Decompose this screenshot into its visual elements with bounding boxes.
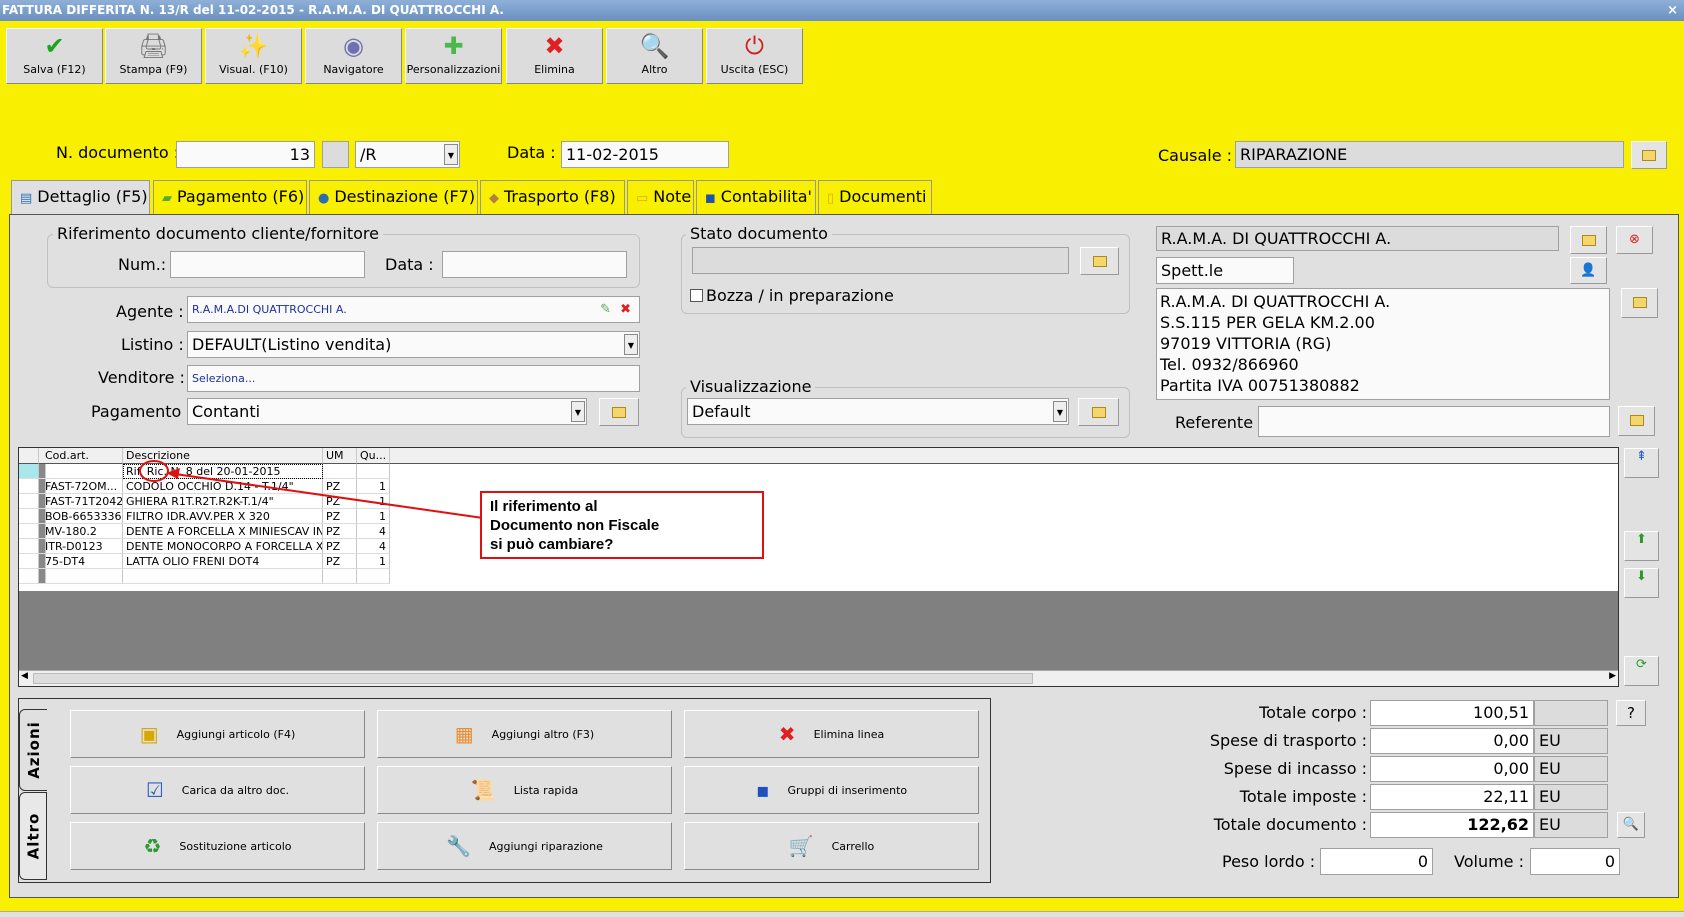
action-icon: ▣ xyxy=(139,722,159,746)
action-sostituzione-articolo-button[interactable]: ♻ Sostituzione articolo xyxy=(70,822,365,870)
volume-label: Volume : xyxy=(1454,852,1524,871)
total-unit: EU xyxy=(1534,756,1608,782)
peso-label: Peso lordo : xyxy=(1222,852,1316,871)
callout-line: si può cambiare? xyxy=(490,536,614,553)
total-value[interactable]: 22,11 xyxy=(1370,784,1534,810)
action-carica-da-altro-doc-button[interactable]: ☑ Carica da altro doc. xyxy=(70,766,365,814)
status-bar xyxy=(0,911,1684,917)
action-label: Aggiungi altro (F3) xyxy=(491,727,595,741)
callout-line: Documento non Fiscale xyxy=(490,517,660,534)
action-aggiungi-altro-f-button[interactable]: ▦ Aggiungi altro (F3) xyxy=(377,710,672,758)
action-label: Sostituzione articolo xyxy=(179,839,292,853)
action-gruppi-di-inserimento-button[interactable]: ▪ Gruppi di inserimento xyxy=(684,766,979,814)
zoom-in-icon: 🔍 xyxy=(1622,817,1640,832)
tab-azioni-label: Azioni xyxy=(24,721,43,779)
action-aggiungi-articolo-f-button[interactable]: ▣ Aggiungi articolo (F4) xyxy=(70,710,365,758)
action-label: Lista rapida xyxy=(513,783,579,797)
total-value[interactable]: 0,00 xyxy=(1370,728,1534,754)
total-value[interactable]: 0,00 xyxy=(1370,756,1534,782)
action-icon: ✖ xyxy=(778,722,796,746)
action-label: Elimina linea xyxy=(813,727,885,741)
help-button[interactable]: ? xyxy=(1616,700,1646,726)
total-unit: EU xyxy=(1534,812,1608,838)
action-icon: ▪ xyxy=(755,778,770,802)
total-label: Totale corpo : xyxy=(1259,703,1367,722)
callout-box: Il riferimento al Documento non Fiscale … xyxy=(480,491,764,559)
total-label: Spese di trasporto : xyxy=(1209,731,1367,750)
action-icon: 🔧 xyxy=(446,834,471,858)
action-elimina-linea-button[interactable]: ✖ Elimina linea xyxy=(684,710,979,758)
action-icon: ☑ xyxy=(145,778,164,802)
zoom-totals-button[interactable]: 🔍 xyxy=(1617,812,1645,838)
peso-input[interactable]: 0 xyxy=(1320,848,1433,875)
action-aggiungi-riparazione-button[interactable]: 🔧 Aggiungi riparazione xyxy=(377,822,672,870)
tab-altro-label: Altro xyxy=(24,812,42,860)
tab-azioni[interactable]: Azioni xyxy=(19,709,47,791)
total-value[interactable]: 100,51 xyxy=(1370,700,1534,726)
action-icon: 🛒 xyxy=(788,834,814,858)
action-label: Carrello xyxy=(831,839,875,853)
action-lista-rapida-button[interactable]: 📜 Lista rapida xyxy=(377,766,672,814)
highlight-circle xyxy=(139,460,169,482)
total-unit xyxy=(1534,700,1608,726)
total-label: Spese di incasso : xyxy=(1223,759,1367,778)
total-value[interactable]: 122,62 xyxy=(1370,812,1534,838)
callout-line: Il riferimento al xyxy=(490,498,598,515)
total-unit: EU xyxy=(1534,784,1608,810)
action-label: Carica da altro doc. xyxy=(181,783,290,797)
action-label: Gruppi di inserimento xyxy=(787,783,908,797)
action-label: Aggiungi riparazione xyxy=(489,839,603,853)
action-carrello-button[interactable]: 🛒 Carrello xyxy=(684,822,979,870)
action-label: Aggiungi articolo (F4) xyxy=(176,727,296,741)
action-icon: ▦ xyxy=(454,722,474,746)
callout-arrow xyxy=(167,472,484,519)
volume-input[interactable]: 0 xyxy=(1530,848,1620,875)
total-label: Totale documento : xyxy=(1213,815,1367,834)
tab-altro[interactable]: Altro xyxy=(19,792,47,880)
total-label: Totale imposte : xyxy=(1239,787,1367,806)
total-unit: EU xyxy=(1534,728,1608,754)
action-icon: 📜 xyxy=(470,778,496,802)
action-icon: ♻ xyxy=(143,834,162,858)
